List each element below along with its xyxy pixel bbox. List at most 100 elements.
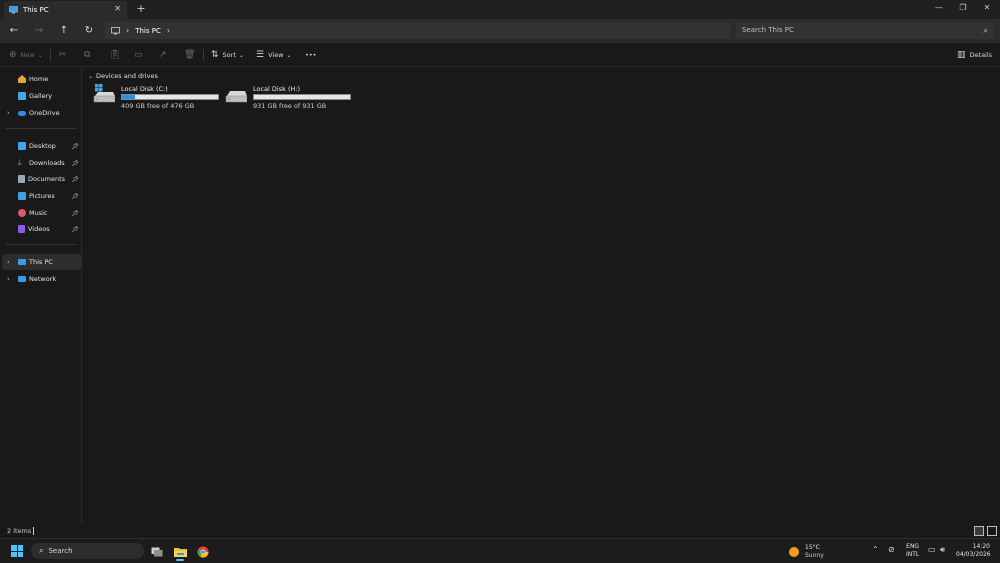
chrome-taskbar-button[interactable]: [194, 543, 212, 560]
tiles-view-toggle[interactable]: [987, 526, 997, 536]
chevron-right-icon[interactable]: ›: [7, 275, 10, 283]
paste-icon: 📋︎: [109, 50, 121, 60]
taskbar-search[interactable]: ⌕ Search: [31, 543, 144, 559]
chevron-down-icon: ⌄: [37, 51, 43, 59]
close-tab-icon[interactable]: ✕: [114, 4, 121, 13]
rename-icon: ▭: [134, 50, 143, 60]
rename-button[interactable]: ▭: [134, 48, 147, 62]
tab-this-pc[interactable]: This PC ✕: [4, 1, 127, 19]
windows-logo-icon: [17, 545, 23, 551]
volume-icon[interactable]: 🔊︎: [940, 545, 945, 555]
pin-icon[interactable]: 📌︎: [71, 193, 79, 200]
clock[interactable]: 14:20 04/03/2026: [956, 543, 991, 559]
language-indicator[interactable]: ENG INTL: [906, 543, 919, 559]
search-icon: ⌕: [983, 26, 988, 35]
tab-title: This PC: [23, 6, 49, 14]
task-view-button[interactable]: [148, 543, 166, 560]
chevron-down-icon[interactable]: ⌄: [88, 73, 93, 80]
view-label: View: [268, 51, 284, 59]
refresh-button[interactable]: ↻: [81, 23, 97, 39]
forward-button[interactable]: →: [31, 23, 47, 39]
drive-free-space: 931 GB free of 931 GB: [253, 102, 327, 110]
details-button[interactable]: ▥ Details: [957, 48, 992, 62]
delete-button[interactable]: 🗑︎: [184, 48, 199, 62]
sidebar-item-label: Videos: [28, 225, 50, 233]
network-icon: [18, 276, 26, 282]
language-code: ENG: [906, 543, 920, 550]
paste-button[interactable]: 📋︎: [109, 48, 124, 62]
sort-icon: ⇅: [211, 50, 219, 60]
start-button[interactable]: [11, 545, 23, 557]
pin-icon[interactable]: 📌︎: [71, 143, 79, 150]
drive-local-disk-h[interactable]: Local Disk (H:) 931 GB free of 931 GB: [223, 84, 351, 112]
details-label: Details: [969, 51, 993, 59]
status-bar: 2 items: [0, 524, 1000, 538]
up-button[interactable]: ↑: [56, 23, 72, 39]
chevron-up-icon[interactable]: ⌃: [872, 545, 879, 554]
group-title: Devices and drives: [96, 72, 158, 80]
chevron-right-icon[interactable]: ›: [7, 258, 10, 266]
keyboard-layout: INTL: [906, 551, 920, 558]
breadcrumb-this-pc[interactable]: This PC: [135, 27, 161, 35]
gallery-icon: [18, 92, 26, 100]
file-explorer-taskbar-button[interactable]: [171, 543, 189, 561]
sidebar-item-this-pc[interactable]: › This PC: [2, 254, 81, 270]
pin-icon[interactable]: 📌︎: [71, 210, 79, 217]
pin-icon[interactable]: 📌︎: [71, 176, 79, 183]
taskbar-search-label: Search: [48, 547, 73, 555]
display-icon[interactable]: ▭: [928, 545, 936, 554]
sidebar-item-downloads[interactable]: ⤓ Downloads 📌︎: [2, 155, 81, 171]
sidebar-item-label: Downloads: [29, 159, 65, 167]
new-tab-button[interactable]: +: [134, 2, 148, 15]
close-window-button[interactable]: ✕: [975, 1, 999, 15]
sidebar-item-gallery[interactable]: Gallery: [2, 88, 81, 104]
sidebar-item-label: This PC: [29, 258, 53, 266]
windows-logo-icon: [11, 545, 17, 551]
drive-local-disk-c[interactable]: Local Disk (C:) 409 GB free of 476 GB: [91, 84, 219, 112]
drive-usage-fill: [122, 95, 136, 99]
pictures-icon: [18, 192, 26, 200]
sidebar-item-documents[interactable]: Documents 📌︎: [2, 171, 81, 187]
new-button[interactable]: ⊕ New ⌄: [9, 48, 43, 62]
group-header-devices[interactable]: ⌄ Devices and drives: [88, 72, 158, 80]
drive-free-space: 409 GB free of 476 GB: [121, 102, 195, 110]
sidebar-item-desktop[interactable]: Desktop 📌︎: [2, 138, 81, 154]
share-button[interactable]: ↗: [159, 48, 171, 62]
sidebar-item-label: OneDrive: [29, 109, 60, 117]
sidebar-item-home[interactable]: Home: [2, 71, 81, 87]
chrome-icon: [197, 546, 209, 558]
weather-temperature: 15°C: [805, 544, 820, 551]
address-bar[interactable]: › This PC ›: [105, 22, 731, 39]
details-view-toggle[interactable]: [974, 526, 984, 536]
cut-button[interactable]: ✂: [59, 48, 71, 62]
drive-name: Local Disk (H:): [253, 85, 301, 93]
pin-icon[interactable]: 📌︎: [71, 160, 79, 167]
search-input[interactable]: Search This PC ⌕: [736, 22, 994, 39]
sidebar-item-music[interactable]: Music 📌︎: [2, 205, 81, 221]
search-icon: ⌕: [39, 546, 44, 555]
sidebar-item-videos[interactable]: Videos 📌︎: [2, 221, 81, 237]
sidebar-item-label: Desktop: [29, 142, 56, 150]
copy-icon: ⧉: [84, 50, 91, 60]
chevron-right-icon[interactable]: ›: [167, 26, 170, 35]
copy-button[interactable]: ⧉: [84, 48, 94, 62]
view-list-icon: ☰: [256, 50, 265, 60]
chevron-right-icon[interactable]: ›: [7, 109, 10, 117]
hard-drive-icon: [225, 91, 247, 103]
pin-icon[interactable]: 📌︎: [71, 226, 79, 233]
sidebar-item-pictures[interactable]: Pictures 📌︎: [2, 188, 81, 204]
divider: [203, 49, 204, 61]
monitor-icon: [111, 26, 120, 34]
sidebar-item-onedrive[interactable]: › OneDrive: [2, 105, 81, 121]
more-options-button[interactable]: •••: [305, 48, 317, 62]
sort-button[interactable]: ⇅ Sort ⌄: [211, 48, 244, 62]
view-button[interactable]: ☰ View ⌄: [256, 48, 292, 62]
sidebar-item-network[interactable]: › Network: [2, 271, 81, 287]
trash-icon: 🗑︎: [184, 50, 196, 60]
minimize-button[interactable]: —: [927, 1, 951, 15]
videos-icon: [18, 225, 25, 233]
maximize-button[interactable]: ❐: [951, 1, 975, 15]
back-button[interactable]: ←: [6, 23, 22, 39]
network-offline-icon[interactable]: ⊘: [888, 545, 895, 554]
windows-drive-icon: [93, 84, 115, 103]
